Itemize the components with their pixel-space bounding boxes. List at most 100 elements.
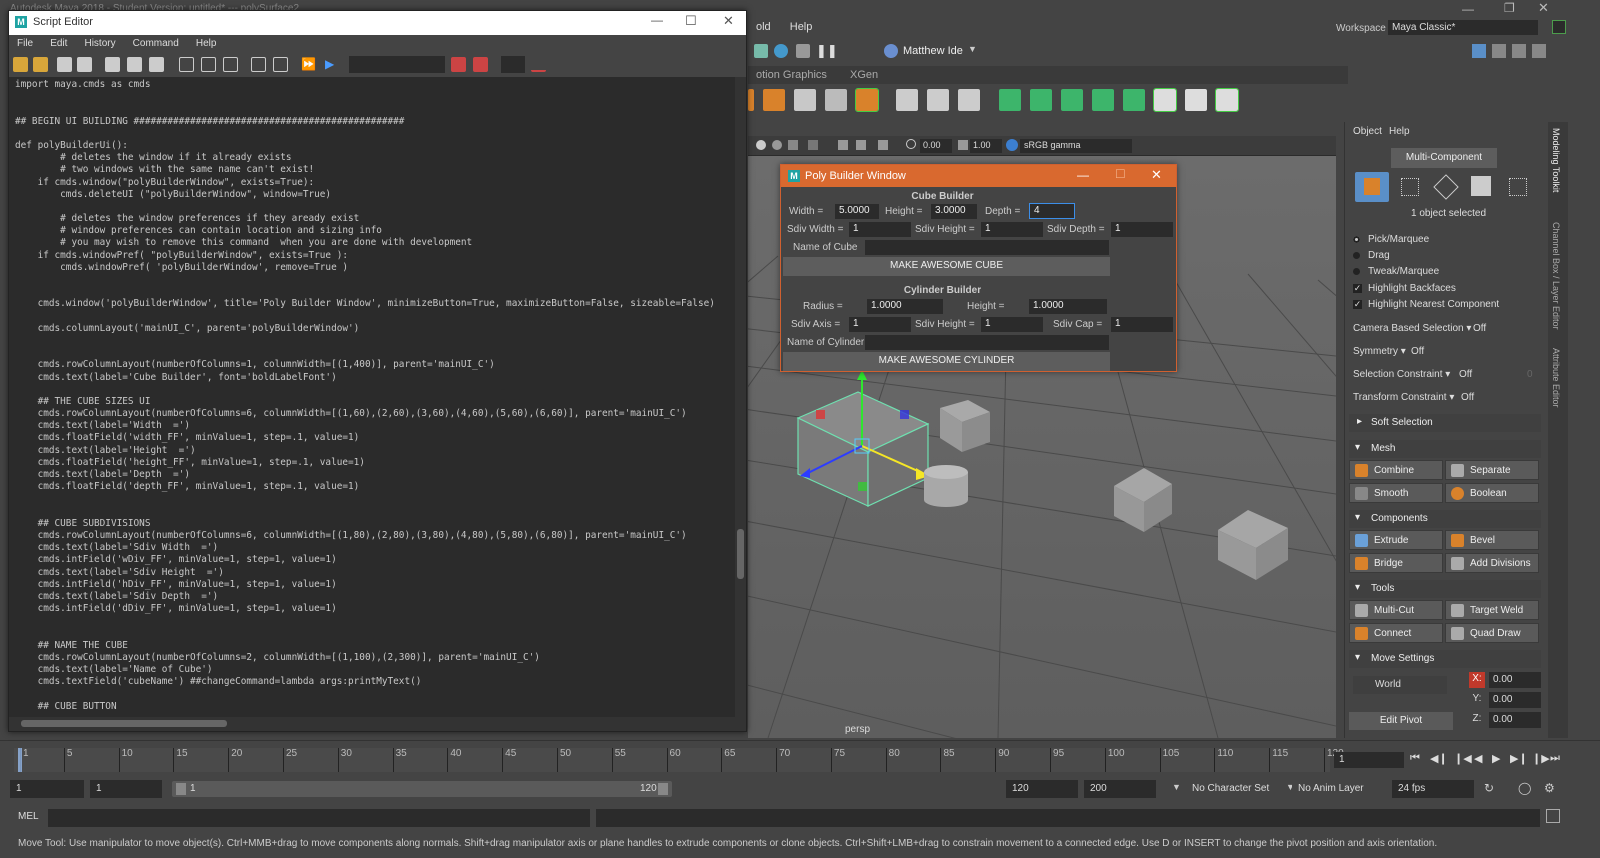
save-shelf-icon[interactable] <box>77 57 92 72</box>
cylinder-height-field[interactable]: 1.0000 <box>1029 299 1107 314</box>
edge-mode-icon[interactable] <box>1433 174 1459 200</box>
isolate-icon[interactable] <box>856 140 866 150</box>
sdiv-width-field[interactable]: 1 <box>849 222 911 237</box>
chevron-down-icon[interactable]: ▼ <box>968 44 977 54</box>
selection-constraint-dropdown[interactable]: Selection Constraint ▾ <box>1353 369 1450 380</box>
lattice-icon[interactable] <box>825 89 848 111</box>
playback-start-field[interactable]: 1 <box>90 780 162 798</box>
camera-based-value[interactable]: Off <box>1473 323 1486 334</box>
cylinder-object[interactable] <box>924 465 968 507</box>
mesh-section[interactable]: ▾ Mesh <box>1349 440 1541 458</box>
maximize-icon[interactable]: ❐ <box>1504 1 1515 15</box>
multi-cut-button[interactable]: Multi-Cut <box>1349 600 1443 620</box>
cube-object[interactable] <box>1114 468 1172 532</box>
exposure-icon[interactable] <box>906 139 916 149</box>
tab-help[interactable]: Help <box>1389 126 1410 137</box>
channel-box-icon[interactable] <box>1532 44 1546 58</box>
components-section[interactable]: ▾ Components <box>1349 510 1541 528</box>
chevron-down-icon[interactable]: ▼ <box>1172 782 1181 792</box>
animation-start-field[interactable]: 1 <box>10 780 84 798</box>
execute-icon[interactable]: ▶ <box>325 57 334 71</box>
step-forward-key-icon[interactable]: ❙▶ <box>1532 752 1550 765</box>
face-mode-icon[interactable] <box>1471 176 1491 196</box>
bridge-shelf-icon[interactable] <box>1029 89 1052 111</box>
vertical-scrollbar[interactable] <box>735 77 746 717</box>
script-input-area[interactable]: import maya.cmds as cmds ## BEGIN UI BUIL… <box>9 77 735 717</box>
radius-field[interactable]: 1.0000 <box>867 299 943 314</box>
goto-line-icon[interactable] <box>531 57 546 72</box>
tab-xgen[interactable]: XGen <box>842 66 890 81</box>
goto-line-input[interactable] <box>501 56 525 73</box>
coordinate-space-dropdown[interactable]: World <box>1353 676 1447 694</box>
script-editor-icon[interactable] <box>1546 809 1560 823</box>
horizontal-scroll-thumb[interactable] <box>21 720 227 727</box>
tab-object[interactable]: Object <box>1353 126 1382 137</box>
menu-history[interactable]: History <box>76 35 121 49</box>
render-settings-icon[interactable] <box>796 44 810 58</box>
symmetry-dropdown[interactable]: Symmetry ▾ <box>1353 346 1406 357</box>
sdiv-height-field[interactable]: 1 <box>981 222 1043 237</box>
sdiv-cap-field[interactable]: 1 <box>1111 317 1173 332</box>
poly-plane-icon[interactable] <box>794 89 817 111</box>
play-forward-icon[interactable]: ▶ <box>1492 752 1500 765</box>
make-cylinder-button[interactable]: MAKE AWESOME CYLINDER <box>783 352 1110 371</box>
pick-marquee-option[interactable]: Pick/Marquee <box>1353 234 1429 245</box>
menu-file[interactable]: File <box>9 35 39 49</box>
exposure-field[interactable]: 0.00 <box>920 139 952 153</box>
gamma-field[interactable]: 1.00 <box>970 139 1002 153</box>
tweak-marquee-option[interactable]: Tweak/Marquee <box>1353 266 1439 277</box>
multi-component-button[interactable]: Multi-Component <box>1391 148 1497 168</box>
smooth-button[interactable]: Smooth <box>1349 483 1443 503</box>
transform-constraint-value[interactable]: Off <box>1461 392 1474 403</box>
current-frame-field[interactable]: 1 <box>1334 752 1404 768</box>
search-input[interactable] <box>349 56 445 73</box>
extrude-button[interactable]: Extrude <box>1349 530 1443 550</box>
cube-object[interactable] <box>940 400 990 452</box>
symmetry-value[interactable]: Off <box>1411 346 1424 357</box>
command-input[interactable] <box>48 809 590 827</box>
selection-constraint-value[interactable]: Off <box>1459 369 1472 380</box>
drag-option[interactable]: Drag <box>1353 250 1390 261</box>
command-language-label[interactable]: MEL <box>18 811 39 822</box>
open-script-icon[interactable] <box>13 57 28 72</box>
height-field[interactable]: 3.0000 <box>931 204 977 219</box>
step-back-icon[interactable]: ❙◀ <box>1454 752 1472 765</box>
cube-name-field[interactable] <box>865 240 1109 255</box>
xray-icon[interactable] <box>838 140 848 150</box>
bevel-shelf-icon[interactable] <box>1060 89 1083 111</box>
lock-icon[interactable] <box>1552 20 1566 34</box>
bridge-button[interactable]: Bridge <box>1349 553 1443 573</box>
move-settings-section[interactable]: ▾ Move Settings <box>1349 650 1541 668</box>
step-forward-icon[interactable]: ▶❙ <box>1510 752 1528 765</box>
tools-section[interactable]: ▾ Tools <box>1349 580 1541 598</box>
animation-end-field[interactable]: 200 <box>1084 780 1156 798</box>
close-icon[interactable]: ✕ <box>1151 167 1162 183</box>
bounding-box-icon[interactable] <box>927 89 950 111</box>
camera-based-selection[interactable]: Camera Based Selection ▾ <box>1353 323 1471 334</box>
fill-hole-icon[interactable] <box>1091 89 1114 111</box>
time-slider[interactable]: 1 5 10 15 20 25 30 35 40 45 50 55 60 65 70 75 80 85 90 95 10… <box>14 748 1344 772</box>
fps-dropdown[interactable]: 24 fps <box>1392 780 1474 798</box>
side-tab-channel-box[interactable]: Channel Box / Layer Editor <box>1551 222 1561 330</box>
poly-sphere-icon[interactable] <box>855 88 880 112</box>
menu-help[interactable]: Help <box>782 18 821 33</box>
tab-motion-graphics[interactable]: otion Graphics <box>748 66 839 81</box>
loop-icon[interactable]: ↻ <box>1484 781 1494 795</box>
maximize-icon[interactable]: ☐ <box>685 13 697 29</box>
search-down-icon[interactable] <box>451 57 466 72</box>
render-icon[interactable] <box>754 44 768 58</box>
modeling-toolkit-icon[interactable] <box>1472 44 1486 58</box>
connect-button[interactable]: Connect <box>1349 623 1443 643</box>
show-both-icon[interactable] <box>223 57 238 72</box>
y-value-field[interactable]: 0.00 <box>1489 692 1541 708</box>
target-weld-button[interactable]: Target Weld <box>1445 600 1539 620</box>
lighting-icon[interactable] <box>788 140 798 150</box>
go-to-start-icon[interactable]: ⏮ <box>1410 752 1420 765</box>
uv-mode-icon[interactable] <box>1509 178 1527 196</box>
extrude-shelf-icon[interactable] <box>998 89 1021 111</box>
gamma-icon[interactable] <box>958 140 968 150</box>
combine-button[interactable]: Combine <box>1349 460 1443 480</box>
highlight-backfaces-checkbox[interactable]: ✓ Highlight Backfaces <box>1353 283 1456 294</box>
workspace-select[interactable]: Maya Classic* <box>1388 20 1538 35</box>
multi-cut-shelf-icon[interactable] <box>1214 88 1239 112</box>
